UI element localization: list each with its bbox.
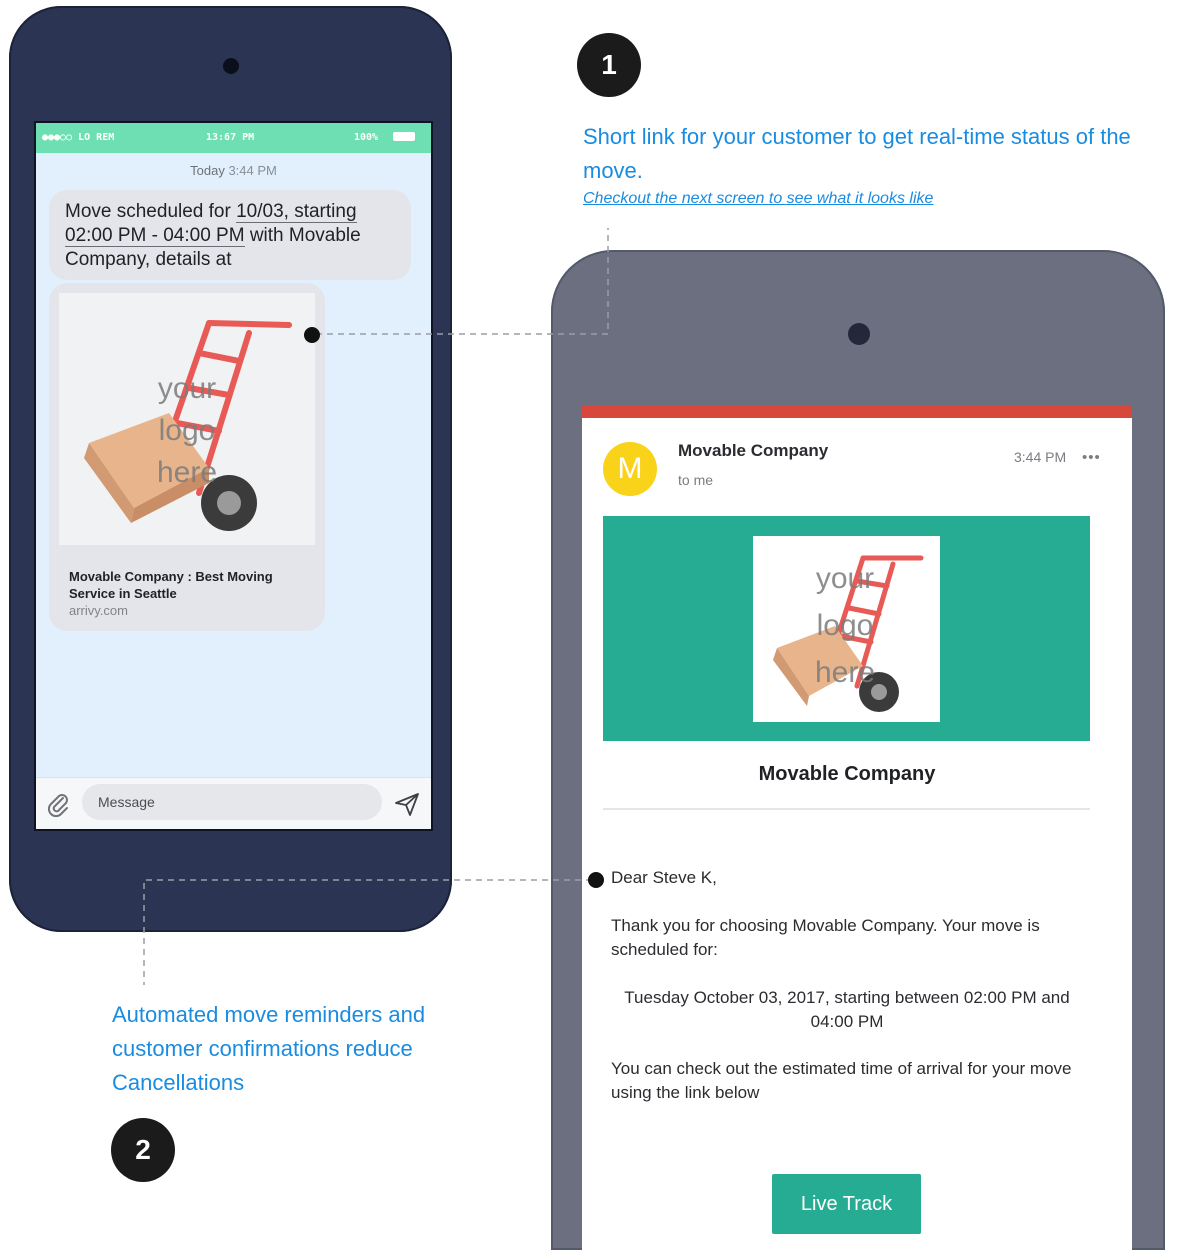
hand-truck-icon: your logo here xyxy=(84,320,292,531)
message-text-part1: Move scheduled for xyxy=(65,201,237,222)
paperclip-icon[interactable] xyxy=(46,792,72,818)
link-preview-domain: arrivy.com xyxy=(69,603,128,618)
timestamp-time: 3:44 PM xyxy=(228,163,277,178)
step-2-description: Automated move reminders and customer co… xyxy=(112,1002,426,1095)
email-header-bar xyxy=(582,406,1132,418)
sms-phone: ●●●○○ LO REM 13:67 PM 100% Today 3:44 PM… xyxy=(9,6,452,932)
message-timestamp: Today 3:44 PM xyxy=(36,163,431,178)
link-preview-card[interactable]: your logo here Movable Company : Best Movi… xyxy=(49,283,325,631)
battery-percent: 100% xyxy=(354,132,379,143)
send-icon[interactable] xyxy=(393,790,421,818)
email-phone: M Movable Company to me 3:44 PM ••• your… xyxy=(551,250,1165,1250)
status-bar: ●●●○○ LO REM 13:67 PM 100% xyxy=(36,123,431,153)
timestamp-day: Today xyxy=(190,163,225,178)
company-name: Movable Company xyxy=(758,763,936,785)
logo-placeholder-text: your logo here xyxy=(157,372,217,489)
step-number-1: 1 xyxy=(577,33,641,97)
hand-truck-icon: your logo here xyxy=(773,555,924,712)
step-number-2: 2 xyxy=(111,1118,175,1182)
link-preview-title: Movable Company : Best Moving Service in… xyxy=(69,569,273,601)
annotation-dot-2 xyxy=(588,872,604,888)
message-date-link[interactable]: 10/03, starting xyxy=(236,201,357,223)
sender-name: Movable Company xyxy=(678,441,829,460)
status-time: 13:67 PM xyxy=(206,132,255,143)
front-camera xyxy=(848,323,870,345)
email-greeting: Dear Steve K, xyxy=(611,868,717,887)
message-time-link[interactable]: 02:00 PM - 04:00 PM xyxy=(65,225,245,247)
message-input-bar xyxy=(36,777,431,829)
email-thanks: Thank you for choosing Movable Company. … xyxy=(611,916,1040,959)
sms-screen: ●●●○○ LO REM 13:67 PM 100% Today 3:44 PM… xyxy=(34,121,433,831)
logo-placeholder-image: your logo here xyxy=(59,293,315,545)
message-bubble: Move scheduled for 10/03, starting 02:00… xyxy=(49,190,411,280)
step-1-description: Short link for your customer to get real… xyxy=(583,124,1131,183)
email-schedule: Tuesday October 03, 2017, starting betwe… xyxy=(624,988,1070,1031)
live-track-button[interactable]: Live Track xyxy=(772,1174,921,1234)
email-time: 3:44 PM xyxy=(1014,449,1067,465)
recipient-label[interactable]: to me xyxy=(678,472,713,488)
battery-icon xyxy=(393,132,415,141)
front-camera xyxy=(223,58,239,74)
logo-placeholder-text: your logo here xyxy=(815,562,875,689)
sender-avatar: M xyxy=(603,442,657,496)
signal-carrier: ●●●○○ LO REM xyxy=(42,132,115,143)
email-screen: M Movable Company to me 3:44 PM ••• your… xyxy=(582,406,1132,1250)
message-input[interactable] xyxy=(82,784,382,820)
email-banner: your logo here xyxy=(603,516,1090,741)
next-screen-link[interactable]: Checkout the next screen to see what it … xyxy=(583,190,933,208)
annotation-dot-1 xyxy=(304,327,320,343)
more-options-icon[interactable]: ••• xyxy=(1082,449,1101,466)
logo-placeholder-image: your logo here xyxy=(753,536,940,722)
email-eta-text: You can check out the estimated time of … xyxy=(611,1059,1072,1102)
divider xyxy=(603,808,1090,810)
